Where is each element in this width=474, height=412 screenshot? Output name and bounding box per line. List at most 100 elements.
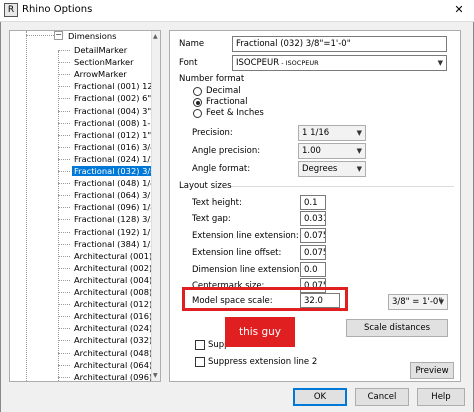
angle-format-value: Degrees: [302, 164, 338, 174]
radio-decimal[interactable]: [193, 87, 202, 96]
tree-item[interactable]: Fractional (032) 3/8": [72, 165, 160, 177]
tree-item[interactable]: Fractional (004) 3"=: [72, 105, 160, 117]
tree-item-label: Architectural (001) 1: [74, 250, 161, 261]
tree-item[interactable]: Fractional (064) 3/16: [72, 189, 160, 201]
tree-item[interactable]: Fractional (384) 1/32: [72, 238, 160, 250]
tree-item[interactable]: Architectural (064) 3: [72, 359, 160, 371]
dimension-line-extension-field[interactable]: 0.0: [300, 262, 326, 277]
name-label: Name: [179, 39, 205, 49]
annotation-callout: this guy: [225, 317, 295, 347]
tree-item-label: Architectural (004) 3: [74, 274, 161, 285]
tree-item[interactable]: Fractional (012) 1"=: [72, 129, 160, 141]
extension-line-extension-field[interactable]: 0.075: [300, 228, 326, 243]
tree-item-dimensions[interactable]: Dimensions: [66, 31, 118, 42]
radio-feet-inches[interactable]: [193, 109, 202, 118]
tree-guide-line: [58, 243, 70, 245]
tree-guide-line: [58, 207, 70, 209]
radio-decimal-label: Decimal: [206, 86, 241, 96]
tree-guide-line: [58, 304, 70, 306]
tree-item-label: Fractional (048) 1/4": [74, 178, 160, 189]
tree-guide-line: [58, 158, 70, 160]
tree-item-label: DetailMarker: [74, 45, 128, 55]
tree-item-label: Fractional (001) 12"=: [74, 81, 161, 92]
precision-value: 1 1/16: [302, 128, 330, 138]
tree-item[interactable]: Fractional (001) 12"=: [72, 80, 161, 92]
scale-preset-value: 3/8" = 1'-0": [392, 297, 443, 307]
name-field[interactable]: Fractional (032) 3/8"=1'-0": [232, 36, 447, 52]
rhino-app-icon: R: [4, 3, 18, 17]
close-icon[interactable]: ✕: [444, 0, 474, 21]
tree-item[interactable]: Architectural (032) 3: [72, 334, 161, 346]
tree-item-label: Architectural (016) 3: [74, 311, 161, 322]
tree-item[interactable]: Architectural (012) 1: [72, 298, 160, 310]
tree-guide-line: [58, 183, 70, 185]
preview-button[interactable]: Preview: [410, 362, 454, 379]
scale-distances-button[interactable]: Scale distances: [346, 319, 448, 337]
tree-guide-line: [58, 255, 70, 257]
tree-item[interactable]: Fractional (096) 1/8": [72, 201, 160, 213]
tree-item[interactable]: Architectural (016) 3: [72, 310, 161, 322]
tree-item[interactable]: Fractional (002) 6"=: [72, 92, 160, 104]
precision-dropdown[interactable]: 1 1/16 ▼: [298, 125, 366, 141]
scroll-up-icon[interactable]: ▲: [153, 33, 158, 40]
text-height-field[interactable]: 0.1: [300, 195, 326, 210]
help-button[interactable]: Help: [417, 388, 465, 406]
tree-item[interactable]: Architectural (008) 1: [72, 286, 160, 298]
tree-item[interactable]: Fractional (008) 1-1/: [72, 117, 160, 129]
tree-guide-line: [58, 231, 70, 233]
options-tree[interactable]: − Dimensions DetailMarker SectionMarker Ar…: [9, 30, 161, 382]
tree-guide-line: [58, 62, 70, 64]
tree-guide-line: [58, 219, 70, 221]
tree-item-label: Architectural (002) 6: [74, 262, 161, 273]
tree-item[interactable]: ArrowMarker: [72, 68, 129, 80]
tree-item[interactable]: Fractional (048) 1/4": [72, 177, 160, 189]
tree-guide-line: [58, 267, 70, 269]
angle-format-dropdown[interactable]: Degrees ▼: [298, 161, 366, 177]
tree-item[interactable]: Fractional (192) 1/16: [72, 226, 161, 238]
tree-item[interactable]: Architectural (002) 6: [72, 262, 161, 274]
tree-item-label: Fractional (024) 1/2": [74, 153, 160, 164]
tree-item-label: SectionMarker: [74, 57, 134, 68]
tree-item[interactable]: Fractional (024) 1/2": [72, 153, 160, 165]
tree-guide-line: [58, 50, 70, 51]
tree-guide-line: [58, 171, 70, 172]
tree-guide-line: [26, 31, 27, 381]
radio-fractional[interactable]: [193, 98, 202, 107]
suppress-extension-line-2-checkbox[interactable]: [195, 357, 205, 367]
ok-button[interactable]: OK: [293, 388, 347, 406]
tree-guide-line: [58, 376, 70, 378]
title-bar: R Rhino Options ✕: [0, 0, 474, 22]
cancel-button[interactable]: Cancel: [355, 388, 409, 406]
tree-guide-line: [58, 146, 70, 148]
font-dropdown[interactable]: ISOCPEUR - ISOCPEUR ▼: [232, 55, 447, 71]
tree-item[interactable]: Architectural (024) 1: [72, 322, 160, 334]
tree-guide-line: [58, 74, 70, 76]
tree-collapse-icon[interactable]: −: [54, 31, 63, 40]
extension-line-offset-field[interactable]: 0.075: [300, 245, 326, 260]
tree-item-label: Fractional (192) 1/16: [74, 226, 161, 237]
tree-item-label: Architectural (032) 3: [74, 335, 161, 346]
tree-guide-line: [58, 292, 70, 293]
scale-preset-dropdown[interactable]: 3/8" = 1'-0" ▼: [388, 294, 448, 310]
radio-feet-inches-label: Feet & Inches: [206, 108, 264, 118]
tree-item[interactable]: Architectural (004) 3: [72, 274, 161, 286]
tree-item[interactable]: SectionMarker: [72, 56, 136, 68]
tree-item[interactable]: Architectural (001) 1: [72, 250, 161, 262]
tree-item[interactable]: Architectural (048) 1: [72, 347, 160, 359]
tree-item-label: Fractional (016) 3/4": [74, 141, 160, 152]
tree-item[interactable]: Fractional (016) 3/4": [72, 141, 160, 153]
scroll-down-icon[interactable]: ▼: [153, 372, 158, 379]
tree-item[interactable]: Fractional (128) 3/32: [72, 213, 160, 225]
tree-item[interactable]: DetailMarker: [72, 44, 129, 56]
suppress-extension-line-1-checkbox[interactable]: [195, 340, 205, 350]
tree-guide-line: [58, 86, 70, 88]
tree-item[interactable]: Architectural (096) 1: [72, 371, 160, 381]
tree-guide-line: [58, 328, 70, 330]
tree-scrollbar[interactable]: ▲ ▼: [151, 31, 160, 381]
tree-guide-line: [58, 352, 70, 354]
text-gap-field[interactable]: 0.0315: [300, 211, 326, 226]
dimension-line-extension-label: Dimension line extension:: [192, 265, 303, 275]
angle-precision-dropdown[interactable]: 1.00 ▼: [298, 143, 366, 159]
tree-guide-line: [58, 134, 70, 136]
tree-guide-line: [58, 340, 70, 342]
